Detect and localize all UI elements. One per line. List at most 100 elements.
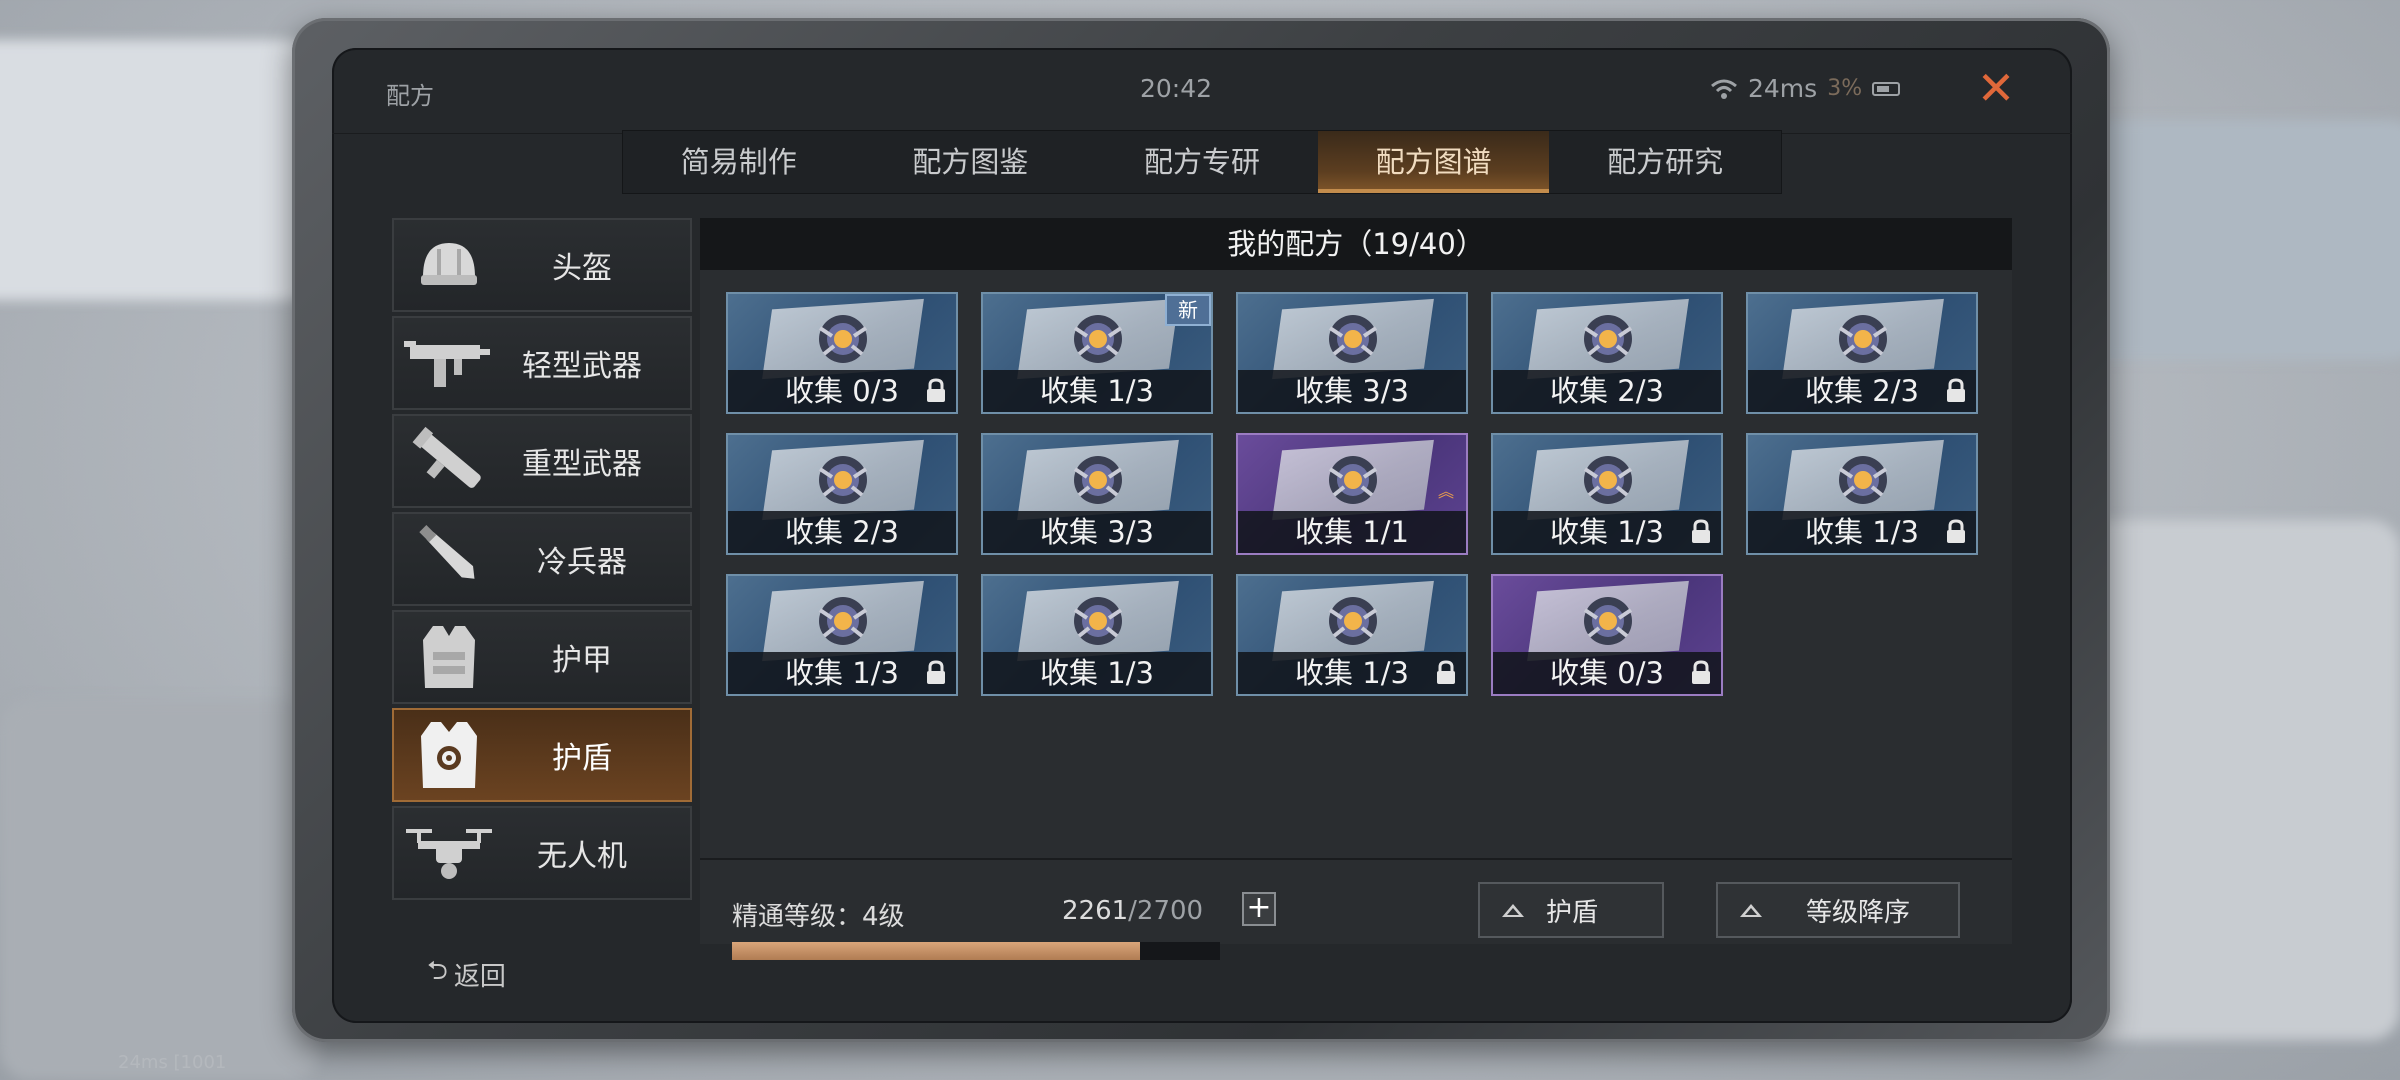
ping-text: 24ms [1748, 74, 1818, 103]
close-button[interactable]: ✕ [1972, 64, 2020, 112]
recipe-card[interactable]: 收集 0/3 [726, 292, 958, 414]
vest-icon [394, 612, 504, 702]
shield-emblem-icon [818, 456, 868, 504]
lock-icon [927, 378, 945, 402]
collect-progress-text: 收集 1/3 [728, 652, 956, 694]
sidebar-item-label: 头盔 [552, 251, 612, 286]
recipe-window: 配方 20:42 24ms 3% ✕ 简易制作 配方图鉴 配方专研 配方图谱 配… [332, 48, 2072, 1023]
shield-emblem-icon [1073, 597, 1123, 645]
recipe-card[interactable]: 新收集 1/3 [981, 292, 1213, 414]
collect-progress-text: 收集 3/3 [983, 511, 1211, 553]
lock-icon [1947, 519, 1965, 543]
collect-progress-text: 收集 0/3 [1493, 652, 1721, 694]
recipe-card[interactable]: 收集 1/3 [726, 574, 958, 696]
blade-icon [394, 514, 504, 604]
sort-label: 等级降序 [1806, 897, 1911, 928]
recipe-panel: 我的配方（19/40） 收集 0/3 新收集 1/3 收集 3/3 收集 2/3 收集 … [700, 218, 2012, 960]
shield-emblem-icon [1583, 315, 1633, 363]
recipe-card[interactable]: 收集 2/3 [1746, 292, 1978, 414]
lock-icon [1692, 660, 1710, 684]
wifi-icon [1711, 79, 1737, 99]
shield-emblem-icon [1073, 456, 1123, 504]
mastery-progress-fill [732, 942, 1141, 960]
tab-bar: 简易制作 配方图鉴 配方专研 配方图谱 配方研究 [622, 130, 1782, 194]
mastery-progress-text: 2261/2700 [1062, 896, 1203, 926]
back-button[interactable]: ⮌ 返回 [427, 952, 506, 996]
clock: 20:42 [1140, 74, 1213, 103]
triangle-up-icon [1740, 903, 1762, 917]
collect-progress-text: 收集 1/1 [1238, 511, 1466, 553]
mastery-current: 2261 [1062, 896, 1129, 926]
lock-icon [1692, 519, 1710, 543]
add-mastery-button[interactable]: + [1242, 892, 1276, 926]
shield-vest-icon [394, 710, 504, 800]
mastery-progress-bar [732, 942, 1220, 960]
status-bar: 配方 20:42 24ms 3% ✕ [332, 48, 2072, 134]
back-label: 返回 [453, 961, 506, 992]
collect-progress-text: 收集 2/3 [728, 511, 956, 553]
lock-icon [1947, 378, 1965, 402]
new-badge: 新 [1165, 294, 1211, 326]
background-blur-shape [2060, 520, 2400, 1040]
sidebar-item-label: 护盾 [552, 741, 612, 776]
background-blur-shape [0, 40, 320, 300]
recipe-card[interactable]: 收集 3/3 [1236, 292, 1468, 414]
collect-progress-text: 收集 1/3 [983, 370, 1211, 412]
battery-text: 3% [1827, 76, 1863, 101]
sidebar-item-helmet[interactable]: 头盔 [392, 218, 692, 312]
recipe-card[interactable]: 收集 1/3 [981, 574, 1213, 696]
panel-header: 我的配方（19/40） [700, 218, 2012, 270]
recipe-card[interactable]: 收集 1/3 [1746, 433, 1978, 555]
collect-progress-text: 收集 1/3 [1493, 511, 1721, 553]
sidebar-item-armor[interactable]: 护甲 [392, 610, 692, 704]
sidebar-item-light-weapons[interactable]: 轻型武器 [392, 316, 692, 410]
lock-icon [1437, 660, 1455, 684]
sidebar-item-melee[interactable]: 冷兵器 [392, 512, 692, 606]
shield-emblem-icon [1583, 597, 1633, 645]
collect-progress-text: 收集 2/3 [1748, 370, 1976, 412]
collect-progress-text: 收集 1/3 [1238, 652, 1466, 694]
filter-label: 护盾 [1546, 897, 1599, 928]
category-sidebar: 头盔 轻型武器 重型武器 冷兵器 护甲 护盾 无人机 [392, 218, 692, 908]
mastery-level-label: 精通等级：4级 [732, 902, 905, 932]
mastery-max: /2700 [1128, 896, 1204, 926]
recipe-card[interactable]: 收集 3/3 [981, 433, 1213, 555]
recipe-grid: 收集 0/3 新收集 1/3 收集 3/3 收集 2/3 收集 2/3 收集 2/3 收集 … [700, 270, 2012, 860]
shield-emblem-icon [818, 597, 868, 645]
recipe-card[interactable]: 收集 2/3 [1491, 292, 1723, 414]
recipe-card[interactable]: ︽ 收集 1/1 [1236, 433, 1468, 555]
smg-icon [394, 318, 504, 408]
shield-emblem-icon [1073, 315, 1123, 363]
lock-icon [927, 660, 945, 684]
recipe-card[interactable]: 收集 0/3 [1491, 574, 1723, 696]
sidebar-item-label: 护甲 [552, 643, 612, 678]
drone-icon [394, 808, 504, 898]
shield-emblem-icon [1838, 456, 1888, 504]
collect-progress-text: 收集 2/3 [1493, 370, 1721, 412]
triangle-up-icon [1502, 903, 1524, 917]
sidebar-item-heavy-weapons[interactable]: 重型武器 [392, 414, 692, 508]
collect-progress-text: 收集 3/3 [1238, 370, 1466, 412]
recipe-card[interactable]: 收集 2/3 [726, 433, 958, 555]
tab-recipe-atlas[interactable]: 配方图谱 [1317, 131, 1550, 193]
tab-recipe-catalog[interactable]: 配方图鉴 [855, 131, 1087, 193]
recipe-card[interactable]: 收集 1/3 [1236, 574, 1468, 696]
sidebar-item-shield[interactable]: 护盾 [392, 708, 692, 802]
shield-emblem-icon [1583, 456, 1633, 504]
collect-progress-text: 收集 1/3 [1748, 511, 1976, 553]
category-filter-button[interactable]: 护盾 [1478, 882, 1664, 938]
tab-recipe-research[interactable]: 配方研究 [1549, 131, 1781, 193]
sidebar-item-drone[interactable]: 无人机 [392, 806, 692, 900]
collect-progress-text: 收集 1/3 [983, 652, 1211, 694]
recipe-card[interactable]: 收集 1/3 [1491, 433, 1723, 555]
launcher-icon [394, 416, 504, 506]
sidebar-item-label: 无人机 [537, 839, 627, 874]
sort-order-button[interactable]: 等级降序 [1716, 882, 1960, 938]
helmet-icon [394, 220, 504, 310]
debug-overlay: 24ms [1001 [118, 1052, 227, 1073]
tab-simple-craft[interactable]: 简易制作 [623, 131, 855, 193]
collect-progress-text: 收集 0/3 [728, 370, 956, 412]
shield-emblem-icon [1328, 456, 1378, 504]
shield-emblem-icon [1328, 315, 1378, 363]
tab-recipe-study[interactable]: 配方专研 [1086, 131, 1318, 193]
